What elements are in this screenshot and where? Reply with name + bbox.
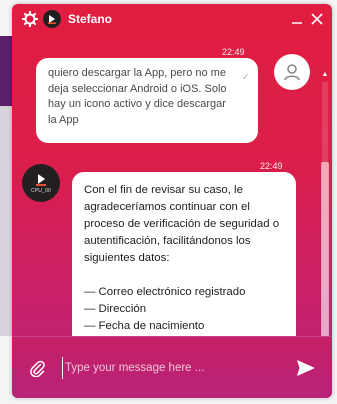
background-accent [0, 36, 12, 106]
scroll-up-icon[interactable]: ▲ [320, 70, 330, 80]
message-time: 22:49 [222, 47, 245, 57]
agent-message-bubble: Con el fin de revisar su caso, le agrade… [72, 172, 296, 336]
message-line: — Correo electrónico registrado [84, 286, 246, 298]
scroll-thumb[interactable] [321, 162, 329, 336]
message-line: Con el fin de revisar su caso, le [84, 184, 243, 196]
message-composer [12, 336, 332, 398]
message-line: — Dirección [84, 303, 147, 315]
message-line: hay un icono activo y dice descargar [48, 98, 226, 110]
agent-avatar: CPU_00 [22, 164, 60, 202]
message-line: agradeceríamos continuar con el [84, 201, 250, 213]
minimize-icon[interactable] [290, 12, 304, 26]
send-icon[interactable] [296, 359, 316, 377]
agent-name: Stefano [68, 12, 113, 26]
message-line: deja seleccionar Android o iOS. Solo [48, 82, 227, 95]
message-line: proceso de verificación de seguridad o [84, 218, 280, 230]
message-line: la App [48, 113, 79, 126]
chat-header: Stefano [12, 4, 332, 34]
agent-logo-icon [36, 173, 46, 186]
chat-widget: Stefano 22:49 quiero descargar la App, p… [12, 4, 332, 398]
close-icon[interactable] [310, 12, 324, 26]
message-line: quiero descargar la App, pero no me [48, 67, 226, 79]
message-line: autentificación, facilitándonos los [84, 235, 251, 247]
message-list: 22:49 quiero descargar la App, pero no m… [12, 34, 332, 336]
message-input[interactable] [62, 357, 282, 379]
gear-icon[interactable] [21, 10, 39, 28]
agent-logo-icon [43, 10, 61, 28]
read-check-icon: ✓ [241, 72, 250, 83]
message-line: siguientes datos: [84, 252, 170, 264]
message-line: — Fecha de nacimiento [84, 320, 205, 332]
user-avatar-icon [274, 54, 310, 90]
agent-avatar-label: CPU_00 [30, 187, 52, 194]
message-time: 22:49 [260, 161, 283, 171]
user-message-bubble: quiero descargar la App, pero no me deja… [36, 58, 258, 143]
paperclip-icon[interactable] [28, 359, 46, 378]
message-scrollbar[interactable]: ▲ ▼ [320, 70, 330, 336]
